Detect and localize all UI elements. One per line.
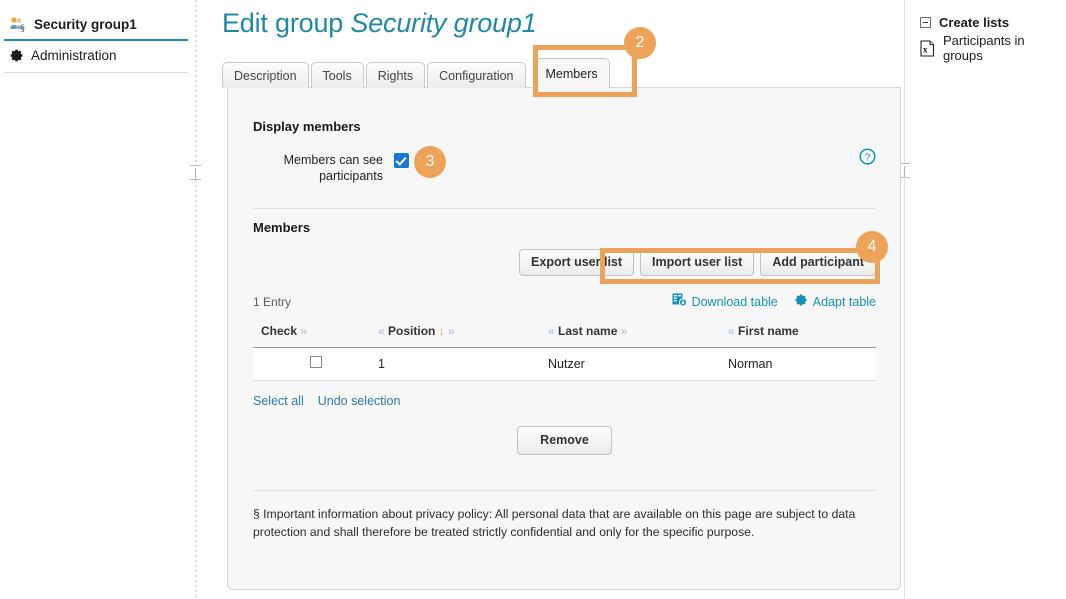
svg-text:x: x [923, 44, 928, 54]
remove-button[interactable]: Remove [517, 426, 612, 455]
sidebar-item-label: Security group1 [34, 17, 137, 32]
help-circle-icon[interactable]: ? [859, 148, 876, 165]
splitter-line [904, 0, 905, 599]
download-table-label: Download table [692, 295, 778, 309]
download-table-link[interactable]: Download table [672, 293, 778, 310]
column-header-last-name[interactable]: « Last name » [548, 317, 728, 348]
column-label: Last name [558, 324, 617, 338]
right-sidebar-item-create-lists[interactable]: Create lists [910, 9, 1066, 35]
download-table-icon [672, 293, 687, 310]
splitter-dots [190, 0, 201, 599]
page-title: Edit group Security group1 [212, 0, 902, 39]
column-header-first-name[interactable]: « First name [728, 317, 876, 348]
column-label: Position [388, 324, 435, 338]
column-label: Check [261, 324, 297, 338]
right-sidebar-item-label: Participants in groups [943, 33, 1066, 63]
callout-badge-4: 4 [856, 231, 888, 263]
sidebar-item-security-group1[interactable]: § Security group1 [0, 10, 196, 38]
sort-chevron-left[interactable]: « [728, 324, 735, 338]
column-header-check[interactable]: Check » [253, 317, 378, 348]
right-sidebar-item-label: Create lists [939, 15, 1009, 30]
tab-bar: Description Tools Rights Configuration M… [222, 58, 612, 88]
left-panel-splitter[interactable] [190, 0, 201, 599]
remove-button-row: Remove [253, 426, 876, 455]
sidebar-item-label: Administration [31, 48, 117, 63]
tab-description[interactable]: Description [222, 62, 309, 88]
members-can-see-participants-checkbox[interactable] [394, 153, 409, 168]
adapt-table-label: Adapt table [813, 295, 876, 309]
callout-badge-2: 2 [624, 27, 656, 59]
members-table: Check » « Position ↓ » « Las [253, 317, 876, 381]
export-user-list-button[interactable]: Export user list [519, 249, 634, 276]
right-sidebar: Create lists x Participants in groups [910, 0, 1066, 599]
excel-file-icon: x [920, 40, 935, 57]
sort-chevron-left[interactable]: « [548, 324, 555, 338]
selection-links: Select all Undo selection [253, 394, 876, 408]
privacy-note: § Important information about privacy po… [253, 505, 865, 541]
section-divider [253, 208, 876, 209]
select-all-link[interactable]: Select all [253, 394, 304, 408]
app-root: § Security group1 Administration Edit gr… [0, 0, 1066, 599]
table-tools: Download table Adapt table [672, 293, 876, 310]
tab-members[interactable]: Members [534, 58, 610, 88]
members-heading: Members [253, 220, 876, 235]
row-last-name[interactable]: Nutzer [548, 348, 728, 381]
callout-badge-3: 3 [414, 146, 446, 178]
sidebar-divider-rule [4, 72, 188, 73]
tab-rights[interactable]: Rights [366, 62, 425, 88]
tab-tools[interactable]: Tools [311, 62, 364, 88]
svg-text:§: § [21, 23, 26, 32]
gear-icon [9, 48, 24, 63]
row-checkbox[interactable] [310, 356, 322, 368]
splitter-grip[interactable] [190, 165, 201, 180]
table-header-row: Check » « Position ↓ » « Las [253, 317, 876, 348]
left-sidebar: § Security group1 Administration [0, 0, 196, 599]
row-position: 1 [378, 348, 548, 381]
members-panel: Display members Members can see particip… [227, 87, 901, 590]
undo-selection-link[interactable]: Undo selection [318, 394, 401, 408]
right-sidebar-item-participants-in-groups[interactable]: x Participants in groups [910, 35, 1066, 61]
sort-chevron-right[interactable]: » [621, 324, 628, 338]
table-row: 1 Nutzer Norman [253, 348, 876, 381]
members-can-see-participants-row: Members can see participants ? [253, 152, 876, 184]
main-content: Edit group Security group1 Description T… [212, 0, 902, 599]
page-title-prefix: Edit group [222, 8, 343, 38]
members-can-see-participants-label: Members can see participants [274, 152, 394, 184]
display-members-heading: Display members [253, 119, 876, 134]
column-label: First name [738, 324, 799, 338]
adapt-table-link[interactable]: Adapt table [794, 293, 876, 310]
svg-text:?: ? [865, 152, 871, 163]
gear-icon [794, 293, 808, 310]
table-meta-bar: 1 Entry [253, 293, 876, 310]
privacy-divider [253, 490, 876, 491]
column-header-position[interactable]: « Position ↓ » [378, 317, 548, 348]
sort-direction-icon[interactable]: ↓ [439, 324, 445, 338]
import-user-list-button[interactable]: Import user list [640, 249, 754, 276]
collapse-minus-icon[interactable] [920, 17, 931, 28]
row-checkbox-cell [253, 348, 378, 381]
members-action-buttons: Export user list Import user list Add pa… [253, 249, 876, 276]
group-section-icon: § [9, 16, 27, 32]
row-first-name[interactable]: Norman [728, 348, 876, 381]
tab-configuration[interactable]: Configuration [427, 62, 525, 88]
sort-chevron-right[interactable]: » [448, 324, 455, 338]
page-title-group-name: Security group1 [350, 8, 536, 38]
entry-count: 1 Entry [253, 295, 291, 309]
sidebar-item-administration[interactable]: Administration [0, 41, 196, 69]
sort-chevron-left[interactable]: « [378, 324, 385, 338]
sort-chevron-right[interactable]: » [300, 324, 307, 338]
